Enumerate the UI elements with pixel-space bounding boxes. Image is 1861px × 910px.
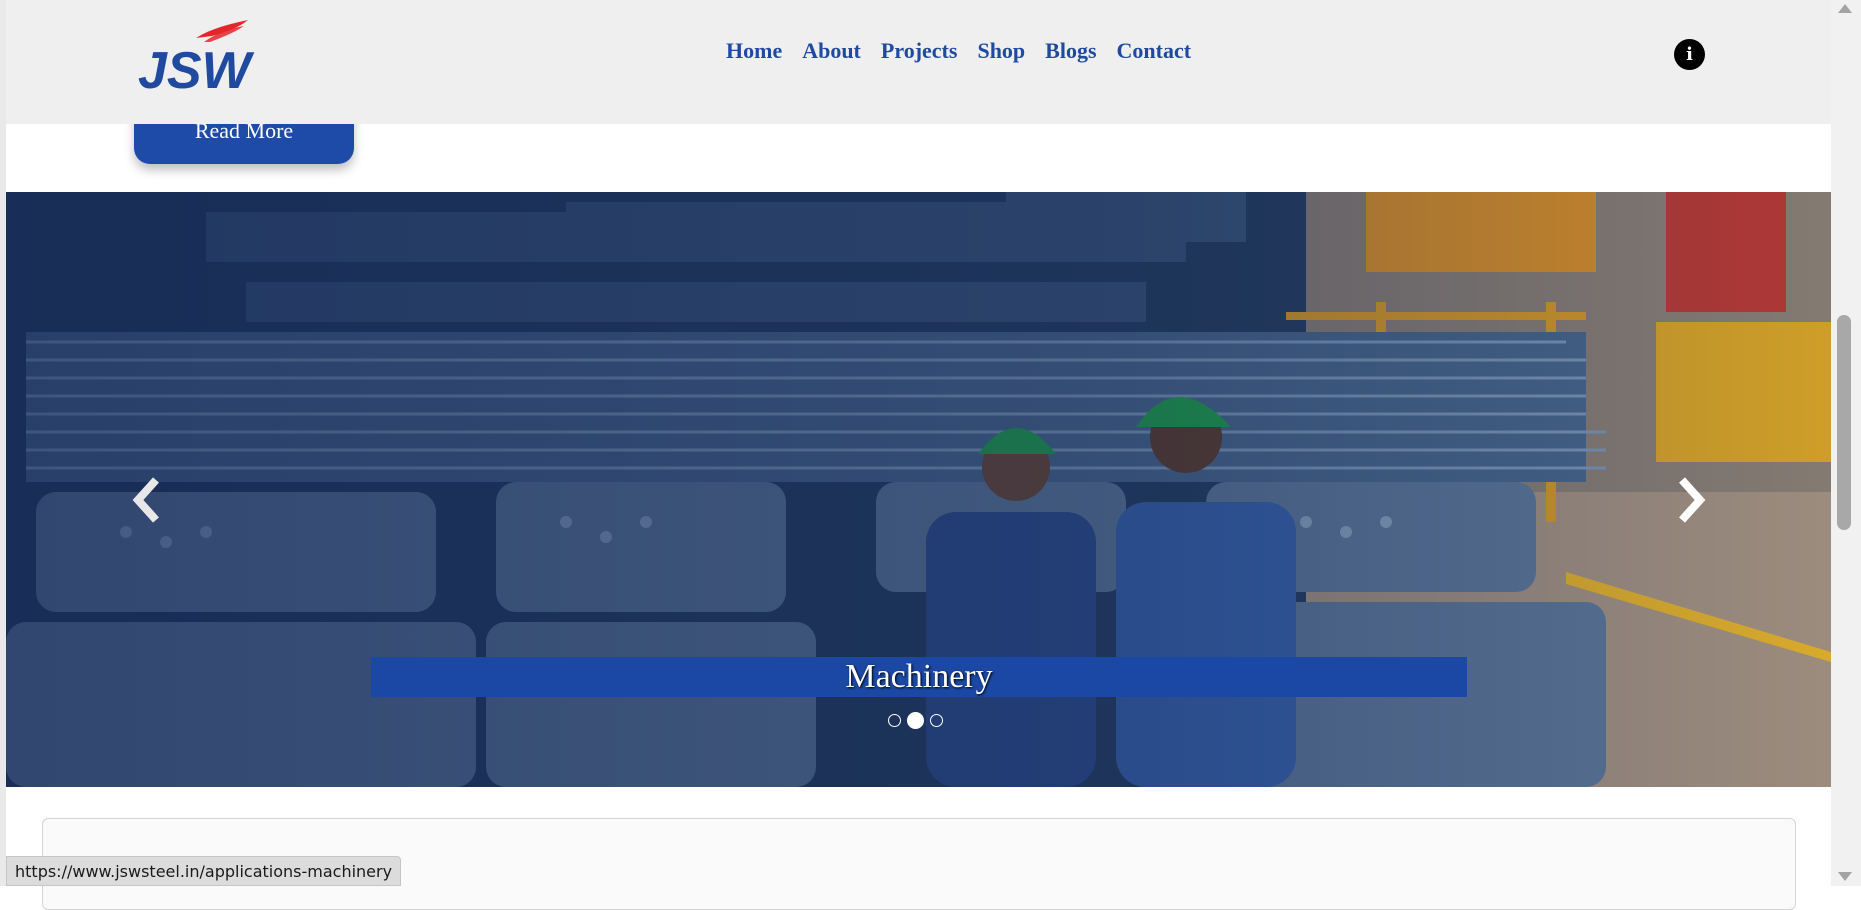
- hero-carousel: Machinery: [6, 192, 1831, 787]
- nav-contact[interactable]: Contact: [1117, 38, 1192, 64]
- nav-home[interactable]: Home: [726, 38, 782, 64]
- main-nav: Home About Projects Shop Blogs Contact: [726, 38, 1191, 64]
- jsw-logo[interactable]: JSW: [134, 18, 260, 100]
- carousel-dot-2[interactable]: [907, 712, 924, 729]
- carousel-prev-button[interactable]: [128, 470, 168, 530]
- nav-shop[interactable]: Shop: [977, 38, 1025, 64]
- status-bar-url: https://www.jswsteel.in/applications-mac…: [6, 856, 402, 886]
- scroll-up-icon[interactable]: [1838, 4, 1852, 13]
- logo-text: JSW: [138, 42, 255, 96]
- nav-projects[interactable]: Projects: [881, 38, 958, 64]
- scrollbar-thumb[interactable]: [1837, 315, 1851, 530]
- carousel-caption[interactable]: Machinery: [371, 657, 1467, 697]
- carousel-next-button[interactable]: [1670, 470, 1710, 530]
- chevron-right-icon: [1679, 477, 1706, 523]
- info-icon[interactable]: i: [1674, 39, 1705, 70]
- scroll-down-icon[interactable]: [1838, 872, 1852, 881]
- carousel-dot-1[interactable]: [888, 714, 901, 727]
- nav-blogs[interactable]: Blogs: [1045, 38, 1096, 64]
- carousel-indicators: [888, 712, 943, 729]
- chevron-left-icon: [132, 477, 159, 523]
- nav-about[interactable]: About: [802, 38, 861, 64]
- carousel-overlay: [6, 192, 1831, 787]
- carousel-dot-3[interactable]: [930, 714, 943, 727]
- site-header: JSW Home About Projects Shop Blogs Conta…: [6, 0, 1831, 124]
